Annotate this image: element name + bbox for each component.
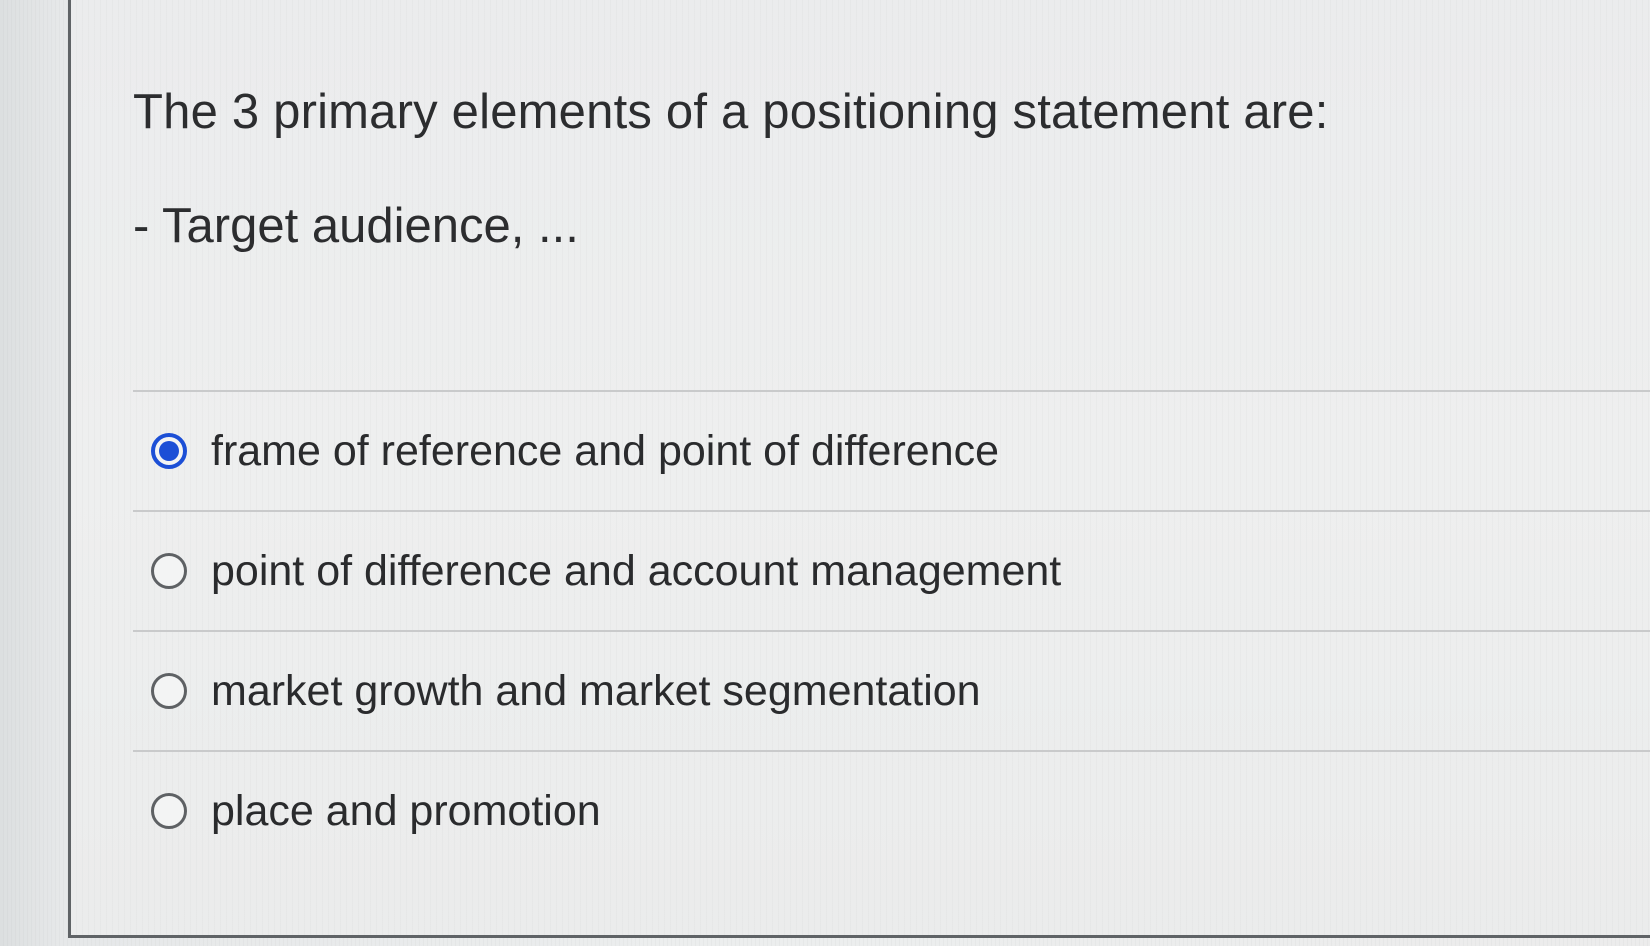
answer-option-2[interactable]: point of difference and account manageme… — [133, 512, 1650, 630]
radio-unselected-icon[interactable] — [151, 793, 187, 829]
answer-label: market growth and market segmentation — [211, 666, 981, 715]
answer-option-1[interactable]: frame of reference and point of differen… — [133, 392, 1650, 510]
radio-unselected-icon[interactable] — [151, 673, 187, 709]
answer-label: point of difference and account manageme… — [211, 546, 1062, 595]
answer-option-3[interactable]: market growth and market segmentation — [133, 632, 1650, 750]
question-hint: - Target audience, ... — [133, 199, 579, 253]
answer-label: frame of reference and point of differen… — [211, 426, 1000, 475]
answer-label: place and promotion — [211, 786, 601, 835]
answer-list: frame of reference and point of differen… — [133, 390, 1650, 870]
radio-selected-icon[interactable] — [151, 433, 187, 469]
question-prompt: The 3 primary elements of a positioning … — [133, 85, 1329, 139]
question-card: The 3 primary elements of a positioning … — [68, 0, 1650, 938]
answer-option-4[interactable]: place and promotion — [133, 752, 1650, 870]
radio-unselected-icon[interactable] — [151, 553, 187, 589]
screen: The 3 primary elements of a positioning … — [0, 0, 1650, 946]
